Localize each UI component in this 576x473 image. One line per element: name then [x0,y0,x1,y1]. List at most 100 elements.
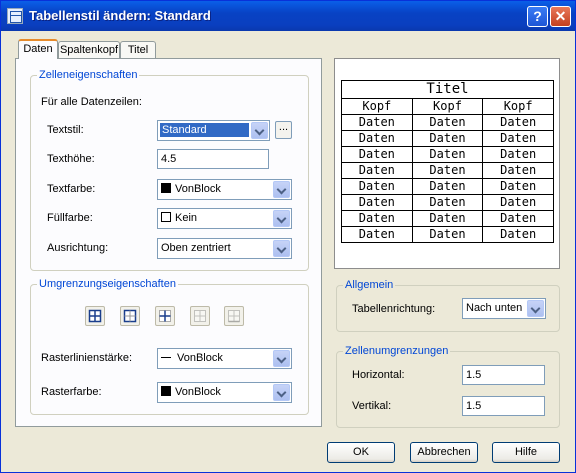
preview-data-cell: Daten [482,178,554,195]
cancel-button[interactable]: Abbrechen [410,442,478,463]
preview-data-cell: Daten [482,130,554,147]
tab-daten[interactable]: Daten [18,39,58,59]
preview-title-cell: Titel [341,80,554,99]
help-title-button[interactable]: ? [527,6,548,27]
direction-value: Nach unten [466,302,523,314]
fuellfarbe-select[interactable]: Kein [157,208,292,229]
for-all-rows-label: Für alle Datenzeilen: [41,96,142,108]
preview-data-cell: Daten [482,146,554,163]
preview-data-cell: Daten [341,114,413,131]
dialog-window: Tabellenstil ändern: Standard ? ✕ Daten … [0,0,576,473]
textfarbe-value: VonBlock [175,183,221,195]
horizontal-margin-input[interactable]: 1.5 [462,365,545,385]
texthoehe-label: Texthöhe: [47,153,95,165]
general-group: Allgemein Tabellenrichtung: Nach unten [336,279,560,332]
preview-data-cell: Daten [341,162,413,179]
chevron-down-icon[interactable] [251,122,268,139]
border-properties-title: Umgrenzungseigenschaften [37,278,178,290]
preview-header-cell: Kopf [411,98,484,115]
chevron-down-icon[interactable] [273,350,290,367]
preview-data-cell: Daten [411,194,484,211]
gridcolor-select[interactable]: VonBlock [157,382,292,403]
textstil-value: Standard [160,123,249,137]
all-borders-icon [88,309,102,323]
direction-label: Tabellenrichtung: [352,303,436,315]
ausrichtung-select[interactable]: Oben zentriert [157,238,292,259]
preview-data-cell: Daten [482,194,554,211]
preview-data-cell: Daten [341,146,413,163]
close-button[interactable]: ✕ [550,6,571,27]
preview-data-cell: Daten [411,162,484,179]
chevron-down-icon[interactable] [273,210,290,227]
chevron-down-icon[interactable] [273,240,290,257]
textfarbe-label: Textfarbe: [47,183,96,195]
chevron-down-icon[interactable] [273,181,290,198]
tab-titel[interactable]: Titel [120,41,156,58]
direction-select[interactable]: Nach unten [462,298,546,319]
dialog-title: Tabellenstil ändern: Standard [29,8,211,23]
lineweight-value: VonBlock [177,352,223,364]
preview-data-cell: Daten [411,178,484,195]
ok-button[interactable]: OK [327,442,395,463]
chevron-down-icon[interactable] [273,384,290,401]
lineweight-select[interactable]: VonBlock [157,348,292,369]
table-preview: Titel Kopf Kopf Kopf Daten Daten Daten Dat… [334,58,560,269]
preview-data-cell: Daten [411,146,484,163]
gridcolor-label: Rasterfarbe: [41,386,102,398]
textstil-browse-button[interactable]: ... [275,121,292,139]
outside-borders-icon [123,309,137,323]
cell-margins-title: Zellenumgrenzungen [343,345,451,357]
cell-properties-group: Zelleneigenschaften Für alle Datenzeilen… [30,69,309,271]
cell-margins-group: Zellenumgrenzungen Horizontal: 1.5 Verti… [336,345,560,428]
inside-borders-button[interactable] [155,306,175,326]
preview-data-cell: Daten [341,210,413,227]
fuellfarbe-value: Kein [175,212,198,224]
no-borders-icon [194,310,206,322]
general-title: Allgemein [343,279,396,291]
no-borders-button[interactable] [190,306,210,326]
preview-header-cell: Kopf [341,98,413,115]
preview-data-cell: Daten [482,226,554,243]
cell-properties-title: Zelleneigenschaften [37,69,140,81]
preview-data-cell: Daten [341,226,413,243]
tab-spaltenkopf[interactable]: Spaltenkopf [58,41,120,58]
preview-data-cell: Daten [482,162,554,179]
textstil-select[interactable]: Standard [157,120,270,141]
preview-data-cell: Daten [341,130,413,147]
outside-borders-button[interactable] [120,306,140,326]
preview-data-cell: Daten [411,114,484,131]
vertical-margin-label: Vertikal: [352,400,392,412]
preview-header-cell: Kopf [482,98,554,115]
gridcolor-value: VonBlock [175,386,221,398]
all-borders-button[interactable] [85,306,105,326]
fuellfarbe-label: Füllfarbe: [47,212,93,224]
lineweight-line-icon [161,357,171,358]
bottom-border-button[interactable] [224,306,244,326]
color-swatch-none [161,212,171,222]
color-swatch-black [161,183,171,193]
tab-panel-daten: Zelleneigenschaften Für alle Datenzeilen… [15,58,322,427]
bottom-border-icon [228,310,240,323]
lineweight-label: Rasterlinienstärke: [41,352,133,364]
title-bar[interactable]: Tabellenstil ändern: Standard ? ✕ [1,1,575,31]
table-style-icon [7,8,23,24]
preview-data-cell: Daten [482,210,554,227]
preview-data-cell: Daten [482,114,554,131]
chevron-down-icon[interactable] [527,300,544,317]
inside-borders-icon [159,310,171,322]
ausrichtung-value: Oben zentriert [161,242,231,254]
help-button[interactable]: Hilfe [492,442,560,463]
color-swatch-black [161,386,171,396]
preview-data-cell: Daten [341,194,413,211]
vertical-margin-input[interactable]: 1.5 [462,396,545,416]
textfarbe-select[interactable]: VonBlock [157,179,292,200]
preview-data-cell: Daten [341,178,413,195]
ausrichtung-label: Ausrichtung: [47,242,109,254]
texthoehe-input[interactable]: 4.5 [157,149,269,169]
preview-data-cell: Daten [411,130,484,147]
preview-table: Titel Kopf Kopf Kopf Daten Daten Daten Dat… [341,80,554,243]
textstil-label: Textstil: [47,124,84,136]
border-properties-group: Umgrenzungseigenschaften Rasterlinienstä… [30,278,309,415]
preview-data-cell: Daten [411,210,484,227]
horizontal-margin-label: Horizontal: [352,369,405,381]
